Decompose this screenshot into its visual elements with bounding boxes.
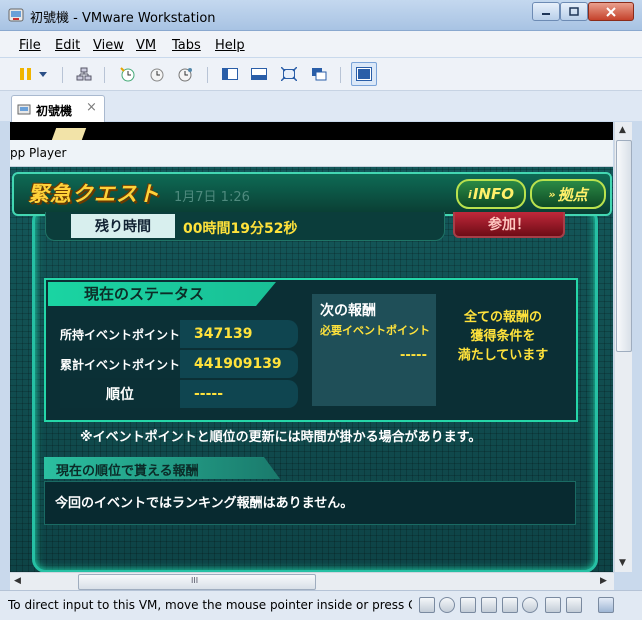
maximize-button[interactable] [560,2,588,21]
status-heading: 現在のステータス [84,285,205,303]
snapshot-manager-icon[interactable] [176,65,194,82]
next-reward-subtitle: 必要イベントポイント [320,324,430,337]
full-screen-icon[interactable] [280,65,298,82]
menu-edit[interactable]: Edit [55,38,80,53]
sound-icon[interactable] [522,597,538,613]
remaining-time-value: 00時間19分52秒 [183,221,298,237]
status-panel: 現在のステータス 所持イベントポイント 347139 累計イベントポイント 44… [44,278,578,422]
toolbar-separator [340,67,341,83]
snapshot-revert-icon[interactable] [147,65,165,82]
stat-label: 累計イベントポイント [60,350,180,378]
vmware-app-icon [8,7,24,23]
hard-disk-icon[interactable] [419,597,435,613]
menu-tabs[interactable]: Tabs [172,38,201,53]
base-button[interactable]: » 拠点 [530,179,606,209]
menu-file[interactable]: File [19,38,41,53]
remaining-time-label: 残り時間 [71,214,175,238]
info-button[interactable]: i INFO [456,179,526,209]
toolbar-separator [62,67,63,83]
guest-desktop-element [51,128,87,140]
fullscreen-toggle-icon[interactable] [598,597,614,613]
scroll-up-icon[interactable]: ▲ [619,125,626,135]
scroll-left-icon[interactable]: ◀ [14,576,21,586]
stat-row: 累計イベントポイント 441909139 [60,350,298,378]
toolbar-separator [207,67,208,83]
vm-home-icon [17,102,31,119]
vertical-scrollbar[interactable]: ▲ ▼ [614,122,632,572]
reward-complete-message: 全ての報酬の 獲得条件を 満たしています [457,310,549,363]
maximize-icon [569,7,579,16]
dropdown-arrow-icon[interactable] [36,65,50,82]
pause-icon[interactable] [17,65,35,82]
quest-title: 緊急クエスト [28,182,160,206]
menu-vm[interactable]: VM [136,38,156,53]
next-reward-box: 次の報酬 必要イベントポイント ----- [312,294,436,406]
menu-help[interactable]: Help [215,38,245,53]
guest-top-strip [10,122,613,140]
close-icon [606,6,616,17]
next-reward-title: 次の報酬 [320,303,376,319]
usb-icon[interactable] [502,597,518,613]
next-reward-value: ----- [400,348,427,363]
guest-app-title: pp Player [10,146,67,160]
remaining-time-box: 残り時間 00時間19分52秒 [45,212,445,241]
console-view-icon[interactable] [250,65,268,82]
window-title: 初號機 - VMware Workstation [30,11,216,26]
network-adapter-icon[interactable] [460,597,476,613]
horizontal-scroll-thumb[interactable]: III [78,574,316,590]
rank-heading: 現在の順位で貰える報酬 [56,464,199,479]
status-bar: To direct input to this VM, move the mou… [0,590,642,620]
update-note: ※イベントポイントと順位の更新には時間が掛かる場合があります。 [80,430,482,445]
guest-app-title-bar: pp Player [10,140,613,167]
minimize-button[interactable] [532,2,560,21]
join-button[interactable]: 参加！ [453,212,565,238]
menu-bar: File Edit View VM Tabs Help [0,31,642,57]
rank-reward-panel: 現在の順位で貰える報酬 今回のイベントではランキング報酬はありません。 [44,457,576,525]
network-icon[interactable] [75,65,93,82]
tab-label: 初號機 [36,104,73,118]
toolbar [0,58,642,91]
vm-guest-screen[interactable]: pp Player 緊急クエスト 1月7日 1:26 i INFO » 拠点 残り時… [10,122,613,572]
game-screen[interactable]: 緊急クエスト 1月7日 1:26 i INFO » 拠点 残り時間 00時間19分5… [10,167,613,572]
menu-view[interactable]: View [93,38,124,53]
message-log-icon[interactable] [566,597,582,613]
stat-label: 所持イベントポイント [60,320,180,348]
scroll-down-icon[interactable]: ▼ [619,558,626,568]
minimize-icon [542,12,550,15]
tab-close-icon[interactable]: × [86,100,97,115]
info-i-icon: i [468,187,472,201]
toolbar-separator [104,67,105,83]
quest-date: 1月7日 1:26 [174,190,250,205]
stat-row: 順位 ----- [60,380,298,408]
double-chevron-icon: » [548,187,556,201]
unity-icon[interactable] [310,65,328,82]
show-sidebar-icon[interactable] [221,65,239,82]
tab-vm[interactable]: 初號機 × [11,95,105,122]
horizontal-scrollbar[interactable]: ◀ III ▶ [10,572,614,590]
quick-switch-icon[interactable] [351,62,377,86]
stat-row: 所持イベントポイント 347139 [60,320,298,348]
stat-value: 441909139 [194,356,282,372]
rank-message: 今回のイベントではランキング報酬はありません。 [55,496,354,511]
printer-icon[interactable] [481,597,497,613]
quest-header: 緊急クエスト 1月7日 1:26 i INFO » 拠点 [12,172,612,216]
scroll-grip-icon: III [191,576,199,585]
stat-value: ----- [194,386,224,402]
cd-rom-icon[interactable] [439,597,455,613]
snapshot-take-icon[interactable] [118,65,136,82]
stat-value: 347139 [194,326,253,342]
close-window-button[interactable] [588,2,634,21]
status-text: To direct input to this VM, move the mou… [8,598,412,612]
vm-tab-bar: 初號機 × [0,91,642,122]
display-icon[interactable] [545,597,561,613]
scroll-right-icon[interactable]: ▶ [600,576,607,586]
window-title-bar[interactable]: 初號機 - VMware Workstation [0,0,642,31]
stat-label: 順位 [60,380,180,408]
rank-body: 今回のイベントではランキング報酬はありません。 [44,481,576,525]
vertical-scroll-thumb[interactable] [616,140,632,352]
